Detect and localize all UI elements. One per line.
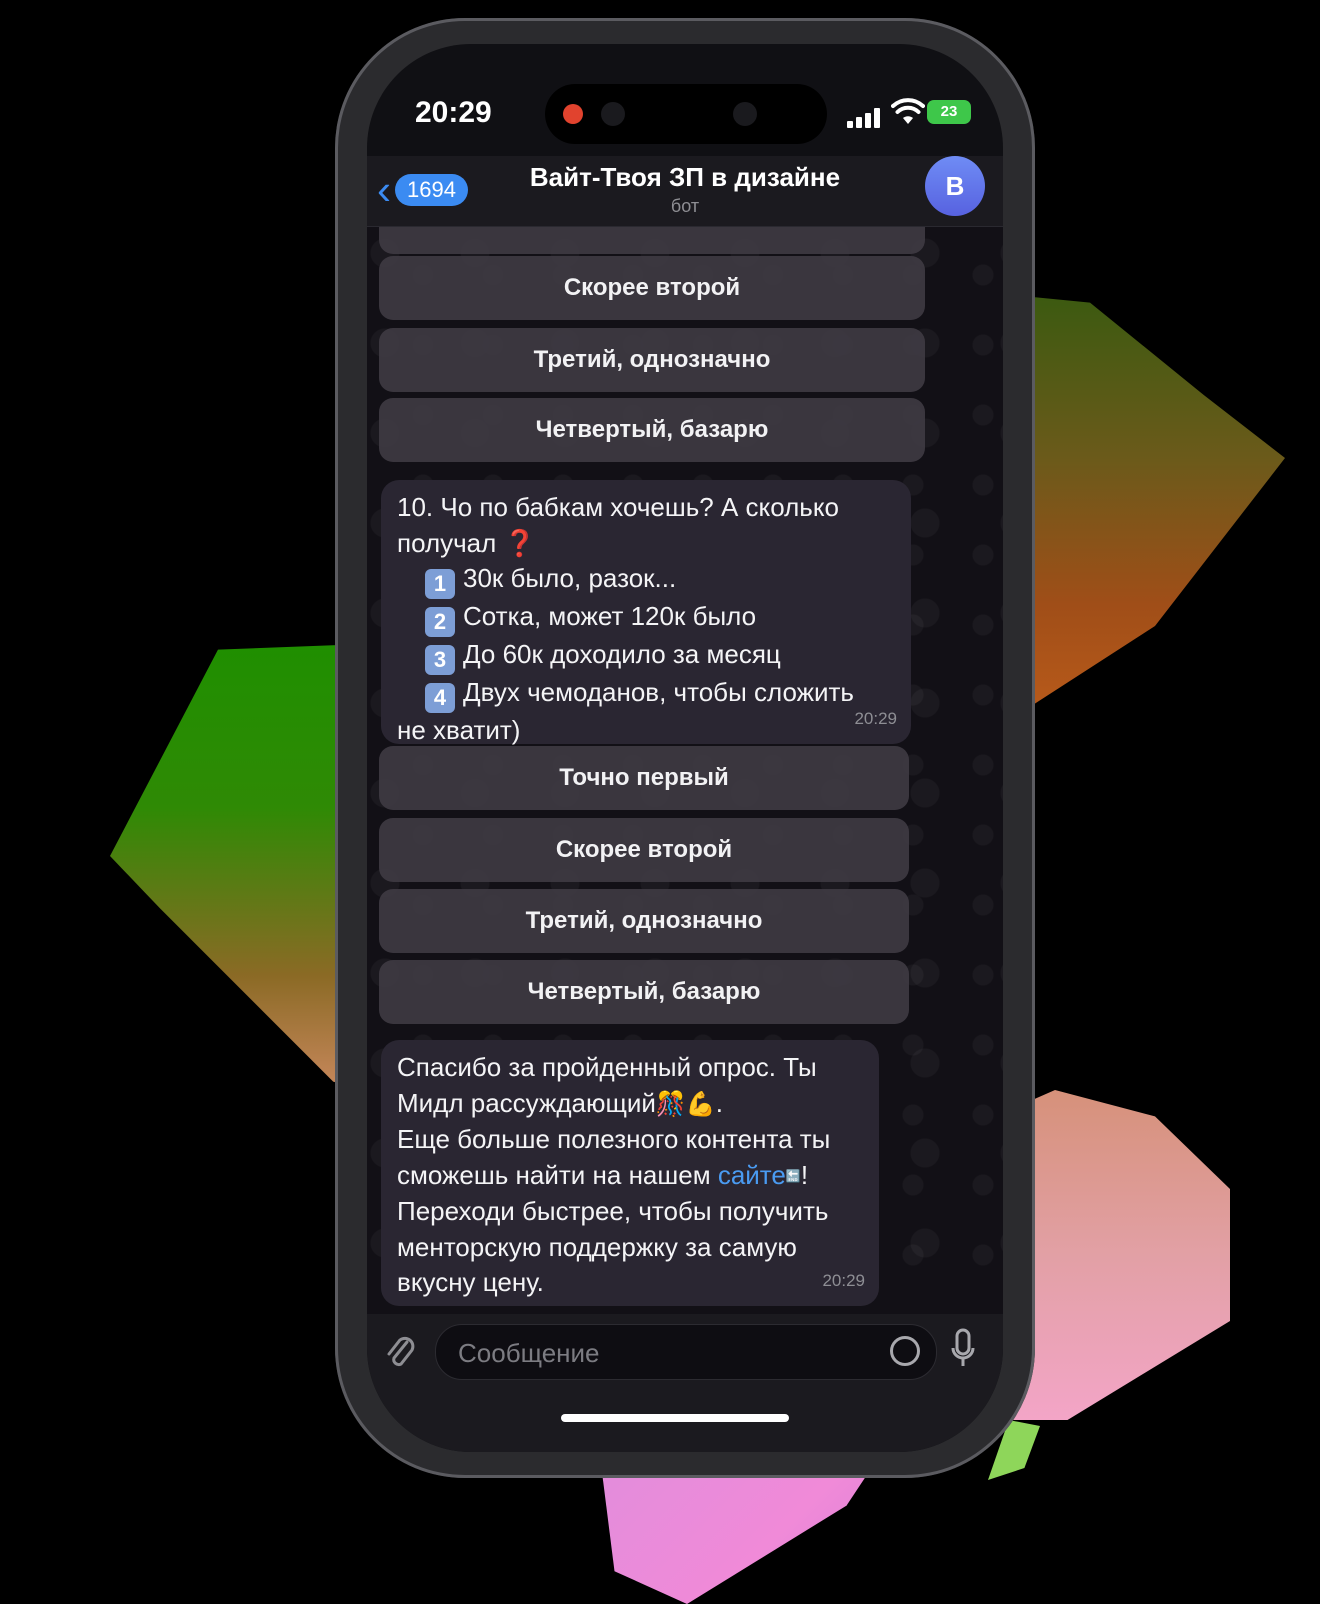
message-line: Еще больше полезного контента ты (397, 1124, 831, 1154)
chat-subtitle: бот (670, 196, 700, 216)
camera-icon (733, 102, 757, 126)
keyboard-button-fourth[interactable]: Четвертый, базарю (379, 960, 909, 1024)
keycap-3-icon: 3 (425, 645, 455, 675)
message-line: Переходи быстрее, чтобы получить (397, 1196, 829, 1226)
confetti-icon: 🎊 (655, 1090, 686, 1118)
message-line: Мидл рассуждающий (397, 1087, 656, 1118)
sticker-icon[interactable] (890, 1336, 920, 1366)
end-arrow-icon: 🔚 (785, 1168, 801, 1183)
question-line: получал (397, 527, 497, 558)
site-link[interactable]: сайте (718, 1160, 786, 1190)
avatar[interactable]: B (925, 156, 985, 216)
battery-indicator: 23 (927, 100, 971, 124)
keyboard-button-second-top[interactable]: Скорее второй (379, 256, 925, 320)
keycap-2-icon: 2 (425, 607, 455, 637)
paperclip-icon[interactable] (383, 1332, 419, 1372)
cellular-signal-icon (847, 104, 881, 128)
message-input-bar (367, 1314, 1003, 1452)
keyboard-button-third[interactable]: Третий, однозначно (379, 889, 909, 953)
message-time: 20:29 (822, 1270, 865, 1290)
question-message: 10. Чо по бабкам хочешь? А сколько получ… (381, 480, 911, 745)
dynamic-island (545, 84, 827, 144)
phone-frame: 20:29 23 Точно первый Скорее второй Трет… (335, 18, 1035, 1478)
message-line: менторскую поддержку за самую (397, 1231, 797, 1262)
phone-screen: 20:29 23 Точно первый Скорее второй Трет… (367, 44, 1003, 1452)
keyboard-button-third-top[interactable]: Третий, однозначно (379, 328, 925, 392)
message-line: Спасибо за пройденный опрос. Ты (397, 1052, 817, 1082)
message-punctuation: ! (800, 1159, 809, 1190)
keyboard-button-first[interactable]: Точно первый (379, 746, 909, 810)
chat-title[interactable]: Вайт-Твоя ЗП в дизайне (367, 162, 1003, 193)
question-mark-icon: ❓ (503, 527, 536, 558)
message-field[interactable] (435, 1324, 937, 1380)
final-message: Спасибо за пройденный опрос. Ты Мидл рас… (381, 1040, 879, 1306)
message-line: сможешь найти на нашем (397, 1159, 718, 1190)
microphone-icon[interactable] (951, 1328, 975, 1374)
message-time: 20:29 (854, 708, 897, 728)
message-input[interactable] (456, 1333, 880, 1373)
keycap-4-icon: 4 (425, 683, 455, 713)
question-line: 10. Чо по бабкам хочешь? А сколько (397, 492, 839, 522)
muscle-icon: 💪 (685, 1090, 716, 1118)
option-text: Сотка, может 120к было (463, 601, 757, 631)
chat-header: ‹ 1694 Вайт-Твоя ЗП в дизайне бот B (367, 156, 1003, 227)
question-line: не хватит) (397, 715, 521, 745)
sensor-icon (601, 102, 625, 126)
message-punctuation: . (715, 1087, 723, 1118)
keyboard-button-fourth-top[interactable]: Четвертый, базарю (379, 398, 925, 462)
option-text: До 60к доходило за месяц (463, 639, 781, 669)
wifi-icon (891, 98, 925, 124)
keyboard-button-second[interactable]: Скорее второй (379, 818, 909, 882)
recording-dot-icon (563, 104, 583, 124)
keycap-1-icon: 1 (425, 569, 455, 599)
option-text: Двух чемоданов, чтобы сложить (463, 677, 854, 707)
message-line: вкусну цену. (397, 1267, 544, 1297)
option-text: 30к было, разок... (463, 563, 677, 593)
home-indicator (561, 1414, 789, 1422)
status-time: 20:29 (415, 96, 492, 129)
